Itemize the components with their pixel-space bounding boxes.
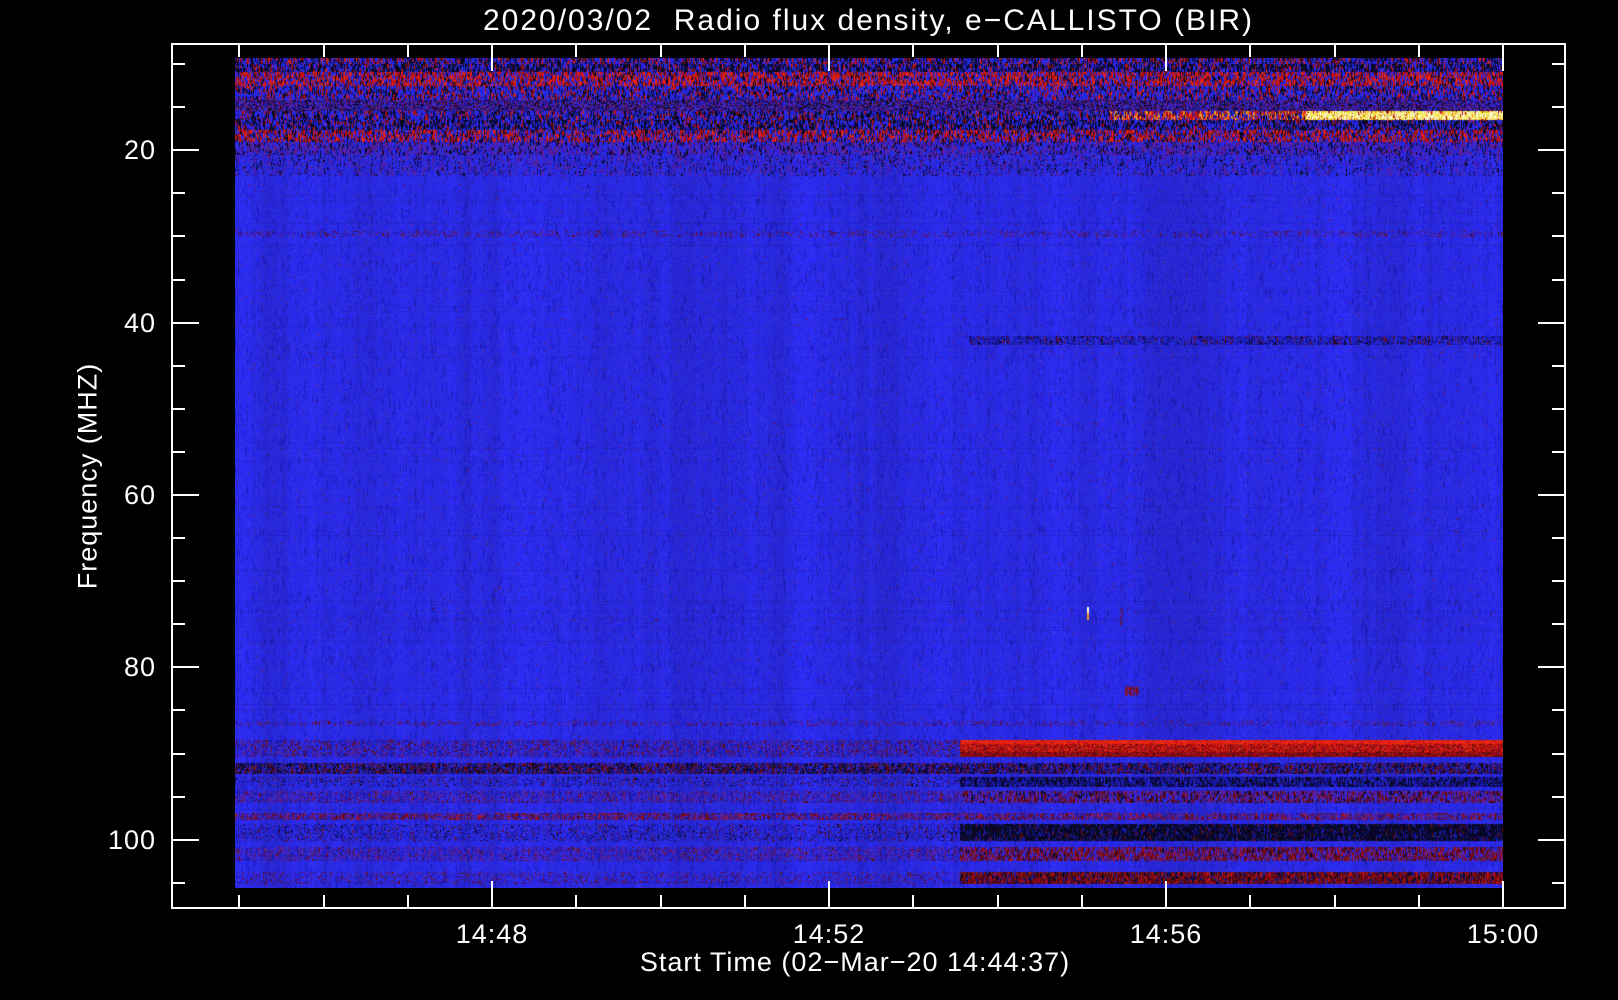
y-tick-label: 80 — [123, 652, 156, 682]
x-tick-label: 14:56 — [1129, 919, 1203, 949]
y-minor-tick-right — [1552, 365, 1564, 367]
y-minor-tick-right — [1552, 106, 1564, 108]
x-major-tick-top — [1502, 45, 1504, 71]
x-major-tick — [828, 881, 830, 907]
y-major-tick-right — [1538, 494, 1564, 496]
y-minor-tick — [173, 279, 185, 281]
x-minor-tick — [912, 895, 914, 907]
x-tick-label: 14:48 — [455, 919, 529, 949]
plot-title: 2020/03/02 Radio flux density, e−CALLIST… — [482, 4, 1255, 37]
x-minor-tick-top — [1249, 45, 1251, 57]
y-major-tick — [173, 322, 199, 324]
y-minor-tick — [173, 192, 185, 194]
y-minor-tick-right — [1552, 753, 1564, 755]
x-minor-tick-top — [1334, 45, 1336, 57]
y-minor-tick-right — [1552, 796, 1564, 798]
y-major-tick — [173, 494, 199, 496]
y-major-tick-right — [1538, 666, 1564, 668]
spectrogram-page: 2020/03/02 Radio flux density, e−CALLIST… — [0, 0, 1618, 1000]
plot-frame — [171, 43, 1566, 909]
x-minor-tick — [238, 895, 240, 907]
x-minor-tick — [1418, 895, 1420, 907]
y-minor-tick — [173, 580, 185, 582]
y-major-tick — [173, 839, 199, 841]
y-minor-tick-right — [1552, 408, 1564, 410]
y-major-tick — [173, 149, 199, 151]
y-minor-tick — [173, 623, 185, 625]
y-minor-tick — [173, 709, 185, 711]
x-minor-tick-top — [997, 45, 999, 57]
y-tick-label: 60 — [123, 480, 156, 510]
y-tick-label: 40 — [123, 308, 156, 338]
x-major-tick — [491, 881, 493, 907]
y-minor-tick — [173, 63, 185, 65]
x-minor-tick-top — [1081, 45, 1083, 57]
x-minor-tick-top — [575, 45, 577, 57]
x-major-tick-top — [828, 45, 830, 71]
x-minor-tick — [1249, 895, 1251, 907]
x-minor-tick — [1334, 895, 1336, 907]
y-minor-tick-right — [1552, 63, 1564, 65]
x-minor-tick-top — [238, 45, 240, 57]
y-tick-label: 20 — [123, 135, 156, 165]
y-minor-tick — [173, 796, 185, 798]
y-major-tick-right — [1538, 149, 1564, 151]
x-major-tick — [1165, 881, 1167, 907]
y-minor-tick — [173, 537, 185, 539]
x-minor-tick-top — [323, 45, 325, 57]
y-minor-tick — [173, 882, 185, 884]
y-minor-tick-right — [1552, 882, 1564, 884]
y-minor-tick-right — [1552, 580, 1564, 582]
x-minor-tick-top — [912, 45, 914, 57]
y-minor-tick — [173, 451, 185, 453]
x-minor-tick — [1081, 895, 1083, 907]
x-minor-tick — [997, 895, 999, 907]
x-minor-tick-top — [1418, 45, 1420, 57]
x-axis-label: Start Time (02−Mar−20 14:44:37) — [639, 947, 1071, 977]
x-minor-tick — [323, 895, 325, 907]
x-minor-tick-top — [744, 45, 746, 57]
y-minor-tick — [173, 408, 185, 410]
x-tick-label: 15:00 — [1466, 919, 1540, 949]
y-minor-tick-right — [1552, 537, 1564, 539]
y-major-tick-right — [1538, 322, 1564, 324]
x-minor-tick — [744, 895, 746, 907]
y-minor-tick-right — [1552, 235, 1564, 237]
x-major-tick — [1502, 881, 1504, 907]
x-major-tick-top — [491, 45, 493, 71]
y-major-tick-right — [1538, 839, 1564, 841]
y-minor-tick-right — [1552, 451, 1564, 453]
x-minor-tick-top — [660, 45, 662, 57]
y-minor-tick-right — [1552, 623, 1564, 625]
x-major-tick-top — [1165, 45, 1167, 71]
y-tick-label: 100 — [107, 825, 156, 855]
y-minor-tick-right — [1552, 279, 1564, 281]
x-minor-tick-top — [407, 45, 409, 57]
y-minor-tick — [173, 235, 185, 237]
y-minor-tick — [173, 365, 185, 367]
x-minor-tick — [575, 895, 577, 907]
y-axis-label: Frequency (MHZ) — [72, 362, 103, 590]
y-minor-tick-right — [1552, 192, 1564, 194]
y-major-tick — [173, 666, 199, 668]
x-tick-label: 14:52 — [792, 919, 866, 949]
x-minor-tick — [407, 895, 409, 907]
y-minor-tick-right — [1552, 709, 1564, 711]
x-minor-tick — [660, 895, 662, 907]
y-minor-tick — [173, 106, 185, 108]
y-minor-tick — [173, 753, 185, 755]
